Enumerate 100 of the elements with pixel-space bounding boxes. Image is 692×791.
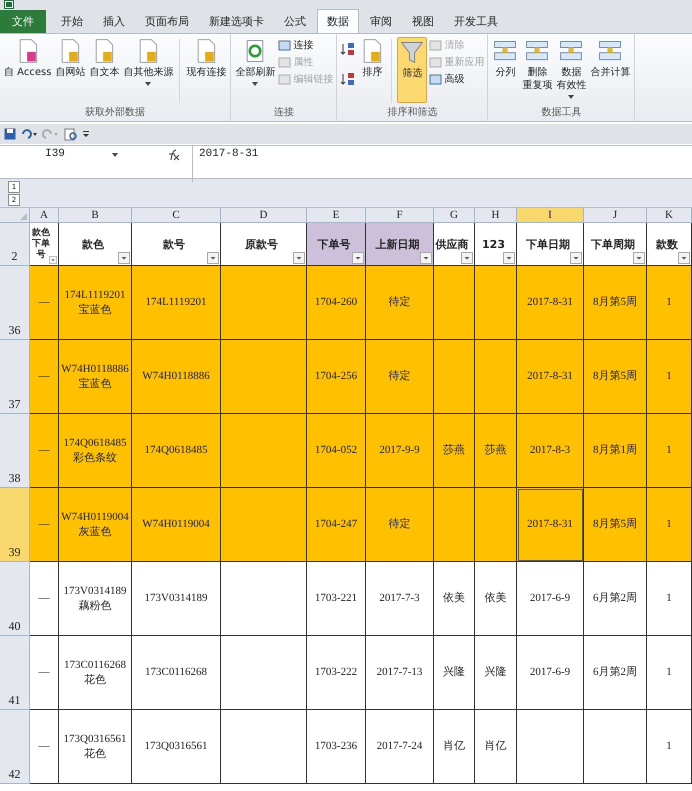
table-cell: 兴隆 bbox=[434, 636, 475, 710]
sort-ascending-icon[interactable] bbox=[340, 41, 356, 57]
ribbon-tab[interactable]: 审阅 bbox=[361, 10, 401, 33]
column-header[interactable]: J bbox=[584, 208, 647, 223]
table-cell: 173C0116268 bbox=[132, 636, 221, 710]
ribbon-tab[interactable]: 插入 bbox=[94, 10, 134, 33]
table-cell: 8月第1周 bbox=[584, 414, 647, 488]
undo-icon[interactable] bbox=[20, 128, 38, 140]
filter-dropdown-icon[interactable] bbox=[503, 252, 515, 264]
sort-descending-icon[interactable] bbox=[340, 71, 356, 87]
table-cell: 1 bbox=[647, 340, 692, 414]
file-tab[interactable]: 文件 bbox=[0, 10, 46, 33]
table-cell: 8月第5周 bbox=[584, 340, 647, 414]
row-number[interactable]: 40 bbox=[0, 562, 30, 636]
table-cell: 173V0314189 bbox=[132, 562, 221, 636]
table-cell: 2017-8-31 bbox=[517, 488, 584, 562]
table-cell: 莎燕 bbox=[434, 414, 475, 488]
header-cell-text: 款色 bbox=[82, 236, 105, 252]
ribbon-tab[interactable]: 开发工具 bbox=[445, 10, 507, 33]
filter-dropdown-icon[interactable] bbox=[633, 252, 645, 264]
filter-dropdown-icon[interactable] bbox=[118, 252, 130, 264]
column-header[interactable]: H bbox=[475, 208, 517, 223]
print-preview-icon[interactable] bbox=[64, 128, 78, 140]
row-number[interactable]: 39 bbox=[0, 488, 30, 562]
ribbon-button[interactable]: 排序 bbox=[358, 37, 386, 101]
ribbon-button[interactable]: 分列 bbox=[491, 37, 520, 101]
filter-dropdown-icon[interactable] bbox=[207, 252, 219, 264]
small-icon bbox=[278, 38, 292, 52]
group-label: 获取外部数据 bbox=[84, 106, 146, 120]
table-cell: 2017-7-24 bbox=[366, 710, 434, 784]
ribbon-button[interactable]: 自其他来源 bbox=[122, 37, 174, 101]
table-cell: 2017-6-9 bbox=[517, 636, 584, 710]
table-cell: 1704-247 bbox=[307, 488, 366, 562]
name-box[interactable]: I39 bbox=[0, 146, 110, 160]
table-cell: 2017-8-31 bbox=[517, 266, 584, 340]
table-cell: 1 bbox=[647, 414, 692, 488]
column-header[interactable]: K bbox=[647, 208, 692, 223]
filter-dropdown-icon[interactable] bbox=[420, 252, 432, 264]
ribbon-button[interactable]: 现有连接 bbox=[185, 37, 228, 101]
column-header[interactable]: I bbox=[517, 208, 584, 223]
ribbon-button[interactable]: 自网站 bbox=[54, 37, 86, 101]
filter-dropdown-icon[interactable] bbox=[352, 252, 364, 264]
ribbon-small-button[interactable]: 高级 bbox=[429, 72, 484, 86]
header-cell: 款色下单号 bbox=[31, 228, 51, 260]
row-number[interactable]: 41 bbox=[0, 636, 30, 710]
ribbon-small-button[interactable]: 连接 bbox=[278, 38, 334, 52]
column-header[interactable]: D bbox=[221, 208, 307, 223]
small-icon bbox=[429, 56, 442, 68]
column-header[interactable]: E bbox=[307, 208, 366, 223]
column-header[interactable]: G bbox=[434, 208, 475, 223]
ribbon-tab[interactable]: 视图 bbox=[403, 10, 443, 33]
table-cell: — bbox=[30, 266, 59, 340]
filter-dropdown-icon[interactable] bbox=[570, 252, 582, 264]
ribbon-button[interactable]: 自文本 bbox=[88, 37, 120, 101]
ribbon-tab[interactable]: 数据 bbox=[317, 9, 359, 33]
table-cell: 1703-222 bbox=[307, 636, 366, 710]
table-cell: 1704-260 bbox=[307, 266, 366, 340]
ribbon-button[interactable]: 全部刷新 bbox=[234, 37, 276, 101]
ribbon-tab[interactable]: 开始 bbox=[52, 10, 92, 33]
ribbon-button[interactable]: 筛选 bbox=[397, 37, 428, 103]
column-header[interactable]: F bbox=[366, 208, 434, 223]
ribbon-button[interactable]: 删除 重复项 bbox=[521, 37, 554, 101]
table-cell: 1 bbox=[647, 562, 692, 636]
ribbon-tab[interactable]: 页面布局 bbox=[136, 10, 198, 33]
ribbon-button[interactable]: 自 Access bbox=[3, 37, 52, 101]
ribbon-tab[interactable]: 公式 bbox=[275, 10, 315, 33]
filter-dropdown-icon[interactable] bbox=[293, 252, 305, 264]
filter-dropdown-icon[interactable] bbox=[461, 252, 473, 264]
save-icon[interactable] bbox=[4, 128, 16, 140]
filter-dropdown-icon[interactable] bbox=[49, 256, 57, 264]
column-header[interactable]: C bbox=[132, 208, 221, 223]
row-number[interactable]: 36 bbox=[0, 266, 30, 340]
header-cell-text: 供应商 bbox=[436, 236, 470, 252]
function-icon[interactable] bbox=[166, 149, 180, 161]
small-icon bbox=[429, 38, 442, 52]
column-header[interactable]: A bbox=[30, 208, 59, 223]
customize-icon[interactable] bbox=[82, 130, 90, 138]
funnel-icon bbox=[399, 39, 426, 65]
table-cell: 依美 bbox=[475, 562, 517, 636]
table-cell: 6月第2周 bbox=[584, 636, 647, 710]
column-header[interactable]: B bbox=[59, 208, 132, 223]
header-cell-text: 123 bbox=[482, 238, 506, 250]
row-number[interactable]: 37 bbox=[0, 340, 30, 414]
row-number[interactable]: 42 bbox=[0, 710, 30, 784]
header-cell-text: 上新日期 bbox=[376, 236, 420, 252]
row-number[interactable]: 2 bbox=[0, 223, 30, 266]
ribbon-button[interactable]: 合并计算 bbox=[589, 37, 632, 101]
row-number[interactable]: 38 bbox=[0, 414, 30, 488]
filter-dropdown-icon[interactable] bbox=[678, 252, 690, 264]
small-icon bbox=[429, 72, 442, 86]
table-cell: 依美 bbox=[434, 562, 475, 636]
table-cell: 1 bbox=[647, 710, 692, 784]
table-cell: 待定 bbox=[366, 340, 434, 414]
ribbon-tab[interactable]: 新建选项卡 bbox=[200, 10, 273, 33]
small-icon bbox=[278, 56, 292, 68]
ribbon-button[interactable]: 数据 有效性 bbox=[555, 37, 588, 101]
table-cell: 173V0314189 藕粉色 bbox=[59, 562, 132, 636]
table-cell: — bbox=[30, 562, 59, 636]
dropdown-icon[interactable] bbox=[112, 153, 118, 157]
table-cell: 兴隆 bbox=[475, 636, 517, 710]
